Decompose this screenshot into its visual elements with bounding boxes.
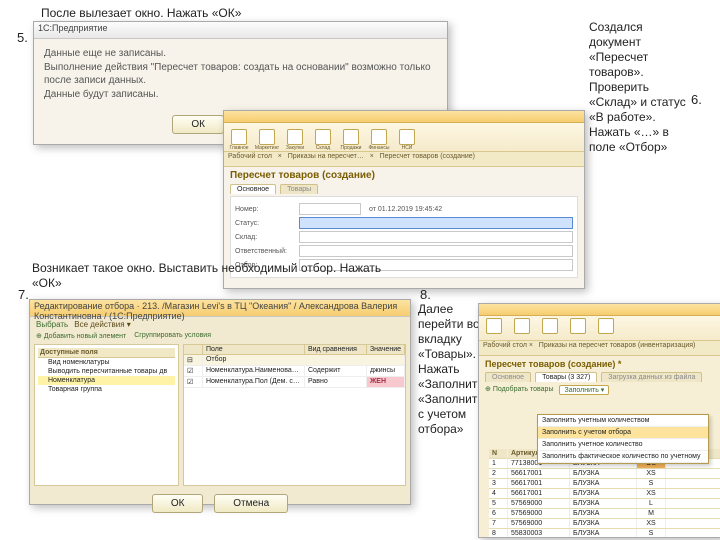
step-5-line2: Выполнение действия "Пересчет товаров: с… [44,61,437,88]
table-row[interactable]: 356617001БЛУЗКАS [489,479,720,489]
group-conditions-button[interactable]: Сгруппировать условия [134,332,211,340]
table-row[interactable]: 557569000БЛУЗКАL [489,499,720,509]
fill-button[interactable]: Заполнить ▾ [559,385,609,395]
choose-button[interactable]: Выбрать [36,320,68,329]
date-value: от 01.12.2019 19:45:42 [369,206,442,213]
label-status: Статус: [235,220,295,227]
table-row[interactable]: 456617001БЛУЗКАXS [489,489,720,499]
tab-load[interactable]: Загрузка данных из файла [601,372,702,382]
tab-goods[interactable]: Товары [280,184,318,194]
toolbar-item[interactable]: Продажи [340,129,362,151]
tree-header: Доступные поля [38,348,175,358]
table-row[interactable]: 855830003БЛУЗКАS [489,529,720,538]
status-field[interactable] [299,217,573,229]
responsible-field[interactable] [299,245,573,257]
toolbar-item[interactable] [511,318,533,340]
step-8-window: Рабочий стол × Приказы на пересчет товар… [478,303,720,538]
toolbar-item[interactable]: НСИ [396,129,418,151]
tree-item[interactable]: Выводить пересчитанные товары дв [38,367,175,376]
toolbar-item[interactable]: Финансы [368,129,390,151]
toolbar-item[interactable] [539,318,561,340]
store-field[interactable] [299,231,573,243]
available-fields-tree[interactable]: Доступные поля Вид номенклатуры Выводить… [34,344,179,486]
window-titlebar [479,304,720,316]
filter-grid[interactable]: Поле Вид сравнения Значение ⊟Отбор ☑Номе… [183,344,406,486]
main-toolbar: Главное Маркетинг Закупки Склад Продажи … [224,123,584,152]
add-element-button[interactable]: ⊕ Добавить новый элемент [36,332,126,340]
step-8-caption: Далее перейти во вкладку «Товары». Нажат… [418,302,482,437]
label-store: Склад: [235,234,295,241]
step-7-caption: Возникает такое окно. Выставить необходи… [32,261,412,291]
label-number: Номер: [235,206,295,213]
ok-button[interactable]: ОК [172,115,224,134]
table-row[interactable]: 757569000БЛУЗКАXS [489,519,720,529]
step-7-window: Редактирование отбора · 213. /Магазин Le… [29,299,411,505]
dd-item[interactable]: Заполнить учетным количеством [538,415,708,427]
toolbar-item[interactable]: Склад [312,129,334,151]
pick-goods-button[interactable]: ⊕ Подобрать товары [485,385,553,395]
fill-dropdown[interactable]: Заполнить учетным количеством Заполнить … [537,414,709,464]
tree-item[interactable]: Товарная группа [38,385,175,394]
doc-title: Пересчет товаров (создание) * [479,356,720,372]
number-field[interactable] [299,203,361,215]
step-7-title: Редактирование отбора · 213. /Магазин Le… [30,300,410,317]
tree-item-selected[interactable]: Номенклатура [38,376,175,385]
toolbar-item[interactable]: Маркетинг [256,129,278,151]
breadcrumb-bar: Рабочий стол × Приказы на пересчет… × Пе… [224,152,584,167]
table-row[interactable]: 256617001БЛУЗКАXS [489,469,720,479]
toolbar-item[interactable] [567,318,589,340]
toolbar-item[interactable]: Главное [228,129,250,151]
toolbar-item[interactable]: Закупки [284,129,306,151]
tab-goods[interactable]: Товары (3 327) [535,372,597,382]
step-7-number: 7. [18,287,29,302]
step-5-title: 1С:Предприятие [34,22,447,39]
dd-item-highlight[interactable]: Заполнить с учетом отбора [538,427,708,439]
step-8-number: 8. [420,287,431,302]
step-5-line3: Данные будут записаны. [44,88,437,102]
step-5-number: 5. [17,30,28,45]
table-row[interactable]: 657569000БЛУЗКАM [489,509,720,519]
ok-button[interactable]: ОК [152,494,204,513]
breadcrumb-bar: Рабочий стол × Приказы на пересчет товар… [479,341,720,356]
step-6-caption: Создался документ «Пересчет товаров». Пр… [589,20,694,155]
tab-main[interactable]: Основное [230,184,276,194]
toolbar-item[interactable] [595,318,617,340]
dd-item[interactable]: Заполнить фактическое количество по учет… [538,451,708,463]
tree-item[interactable]: Вид номенклатуры [38,358,175,367]
toolbar-item[interactable] [483,318,505,340]
step-5-line1: Данные еще не записаны. [44,47,437,61]
doc-title: Пересчет товаров (создание) [224,167,584,184]
dd-item[interactable]: Заполнить учетное количество [538,439,708,451]
actions-button[interactable]: Все действия ▾ [74,320,131,329]
label-responsible: Ответственный: [235,248,295,255]
main-toolbar [479,316,720,341]
step-5-caption: После вылезает окно. Нажать «ОК» [41,6,266,21]
cancel-button[interactable]: Отмена [214,494,288,513]
window-titlebar [224,111,584,123]
tab-main[interactable]: Основное [485,372,531,382]
